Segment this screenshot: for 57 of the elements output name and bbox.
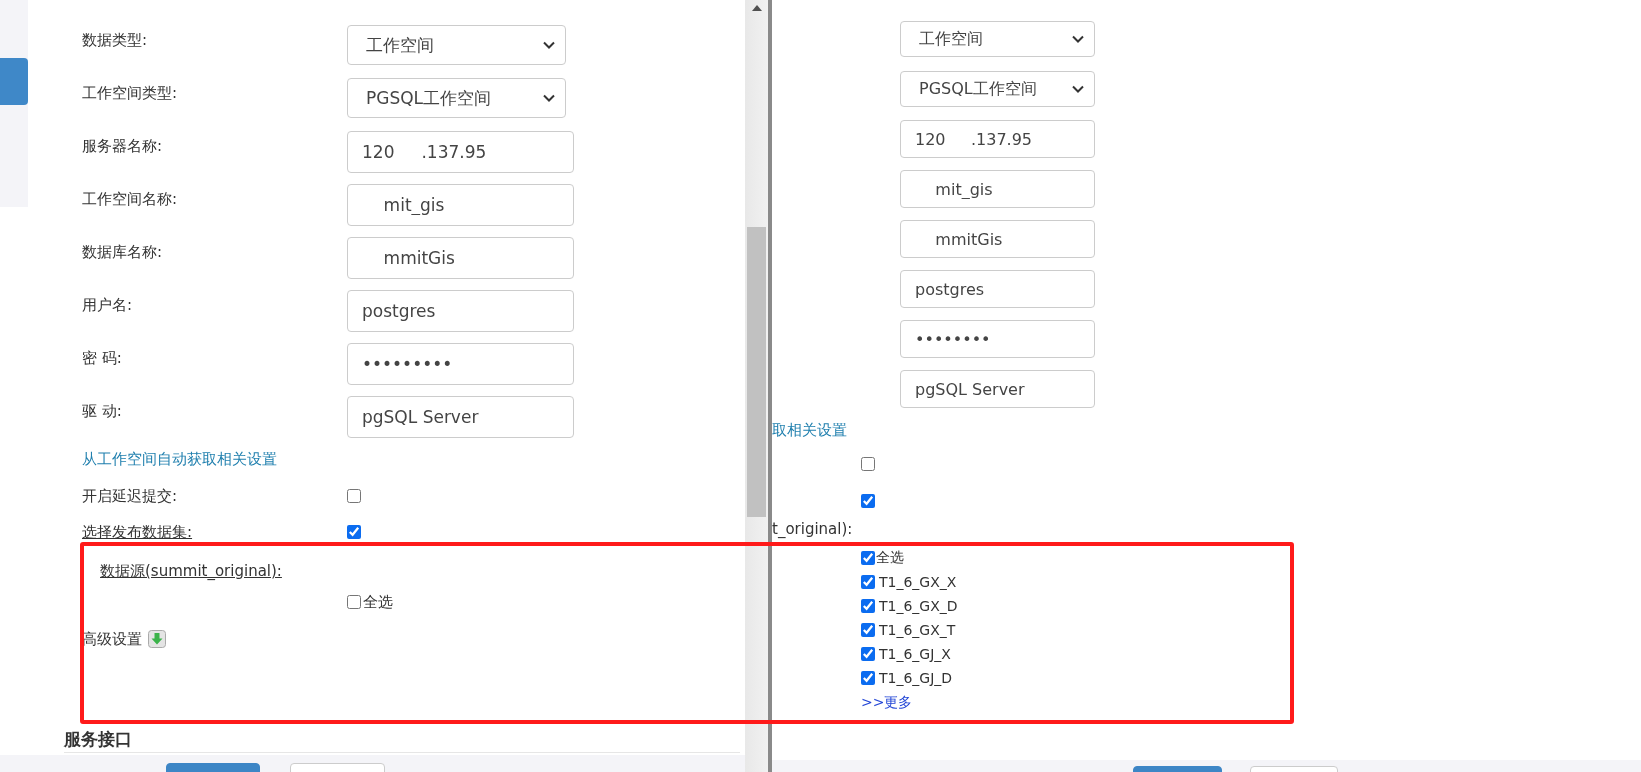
text-field[interactable]: 120 .137.95 xyxy=(900,120,1095,158)
checkbox[interactable] xyxy=(861,623,875,637)
scroll-up-icon[interactable] xyxy=(751,5,762,11)
checkbox[interactable] xyxy=(347,595,361,609)
select-field[interactable]: 工作空间 xyxy=(900,21,1095,57)
chevron-down-icon xyxy=(1072,35,1084,43)
auto-settings-link[interactable]: 从工作空间自动获取相关设置 xyxy=(82,449,347,469)
field-label: 服务器名称: xyxy=(82,136,164,156)
text-field[interactable]: mmitGis xyxy=(900,220,1095,258)
field-label: 数据类型: xyxy=(82,30,149,50)
checkbox-label: 全选 xyxy=(363,592,393,612)
text-field[interactable]: postgres xyxy=(900,270,1095,308)
option-label: 选择发布数据集: xyxy=(82,522,194,542)
chevron-down-icon xyxy=(543,94,555,102)
auto-settings-link[interactable]: 取相关设置 xyxy=(772,420,847,440)
field-label: 密 码: xyxy=(82,348,123,368)
text-field[interactable]: pgSQL Server xyxy=(900,370,1095,408)
section-title: 服务接口 xyxy=(64,729,132,749)
checkbox[interactable] xyxy=(861,647,875,661)
checkbox[interactable] xyxy=(861,456,875,471)
scrollbar-thumb[interactable] xyxy=(747,227,766,517)
field-label: 数据库名称: xyxy=(82,242,164,262)
chevron-down-icon xyxy=(1072,85,1084,93)
chevron-down-icon xyxy=(543,41,555,49)
text-field[interactable]: pgSQL Server xyxy=(347,396,574,438)
select-field[interactable]: 工作空间 xyxy=(347,25,566,65)
select-field[interactable]: PGSQL工作空间 xyxy=(347,78,566,118)
text-field[interactable]: mit_gis xyxy=(900,170,1095,208)
checkbox[interactable] xyxy=(861,599,875,613)
scrollbar[interactable] xyxy=(745,0,768,772)
checkbox-label: T1_6_GJ_X xyxy=(879,646,951,662)
checkbox[interactable] xyxy=(861,671,875,685)
checkbox[interactable] xyxy=(347,489,361,503)
field-label: 用户名: xyxy=(82,295,134,315)
text-field[interactable]: postgres xyxy=(347,290,574,332)
checkbox-label: T1_6_GX_T xyxy=(879,622,956,638)
field-label: 工作空间名称: xyxy=(82,189,179,209)
checkbox[interactable] xyxy=(861,551,875,565)
checkbox[interactable] xyxy=(861,575,875,589)
select-field[interactable]: PGSQL工作空间 xyxy=(900,71,1095,107)
checkbox[interactable] xyxy=(347,525,361,539)
text-field[interactable]: 120 .137.95 xyxy=(347,131,574,173)
checkbox-label: T1_6_GX_D xyxy=(879,598,958,614)
checkbox-label: T1_6_GJ_D xyxy=(879,670,953,686)
more-link[interactable]: >>更多 xyxy=(861,692,913,712)
text-field[interactable]: ••••••••• xyxy=(347,343,574,385)
datasource-label: 数据源(summit_original): xyxy=(99,561,283,581)
option-label: 开启延迟提交: xyxy=(82,486,179,506)
checkbox-label: T1_6_GX_X xyxy=(879,574,957,590)
field-label: 工作空间类型: xyxy=(82,83,179,103)
text-field[interactable]: •••••••• xyxy=(900,320,1095,358)
checkbox-label: 全选 xyxy=(876,549,904,567)
text-field[interactable]: mmitGis xyxy=(347,237,574,279)
checkbox[interactable] xyxy=(861,493,875,508)
field-label: 驱 动: xyxy=(82,401,123,421)
datasource-label: t_original): xyxy=(772,519,853,539)
text-field[interactable]: mit_gis xyxy=(347,184,574,226)
